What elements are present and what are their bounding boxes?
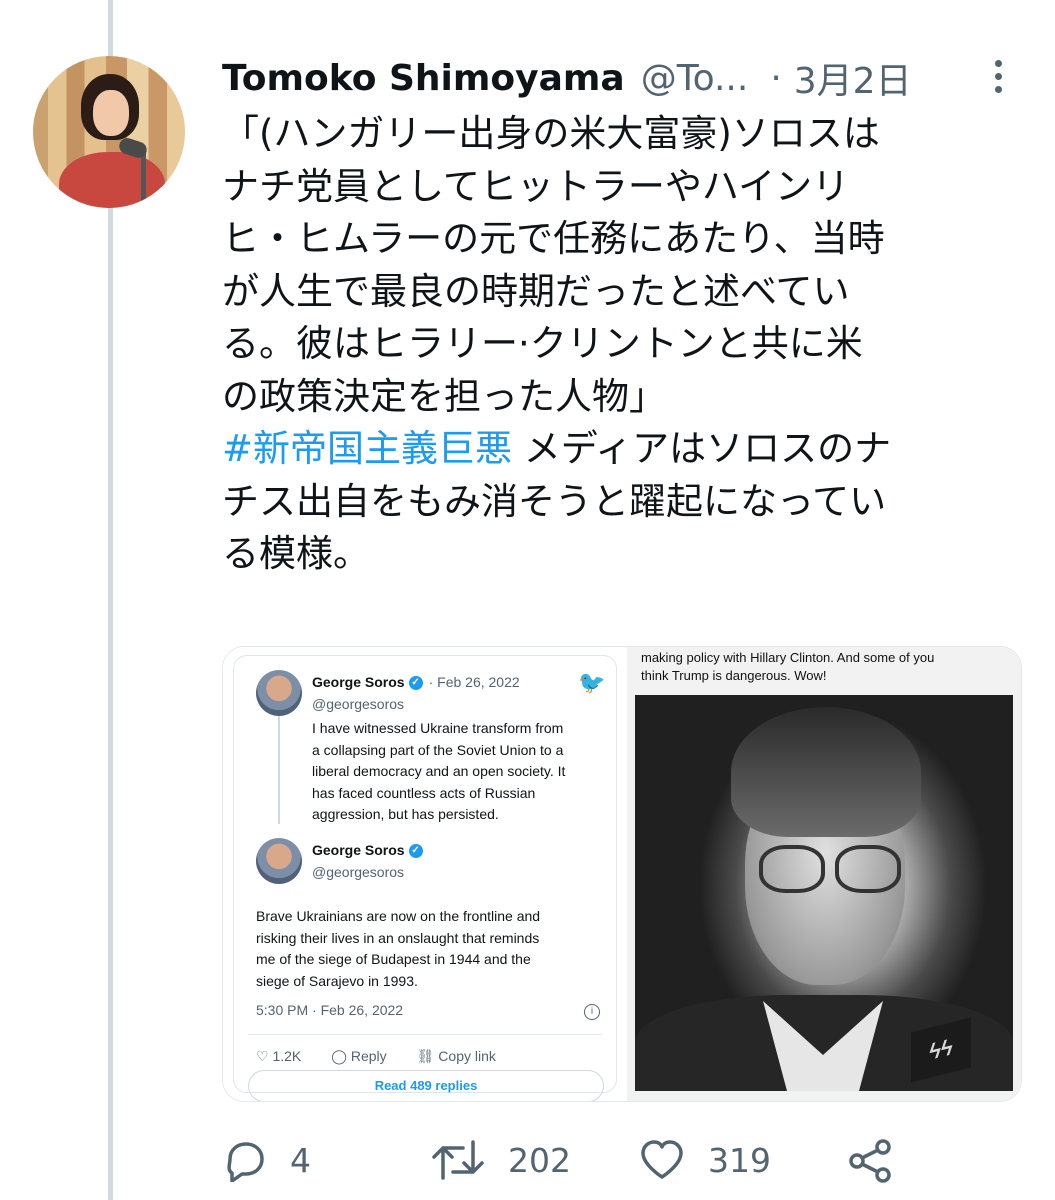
tweet-header: Tomoko Shimoyama @To... · 3月2日: [222, 56, 912, 103]
tweet-text: 「(ハンガリー出身の米大富豪)ソロスは ナチ党員としてヒットラーやハインリ ヒ・…: [222, 108, 1022, 581]
tweet-date[interactable]: 3月2日: [794, 52, 912, 104]
retweet-button[interactable]: 202: [430, 1138, 571, 1182]
twitter-bird-icon: 🐦: [578, 670, 606, 695]
tweet-text-line: ヒ・ヒムラーの元で任務にあたり、当時: [222, 217, 885, 260]
tweet-actions: 4 202 319: [222, 1130, 922, 1190]
portrait-photo: ϟϟ: [635, 695, 1013, 1091]
like-icon: [641, 1140, 683, 1179]
tweet-text-line: が人生で最良の時期だったと述べてい: [222, 269, 850, 313]
share-button[interactable]: [846, 1138, 894, 1184]
soros-avatar: [256, 670, 302, 716]
embedded-reply: ◯ Reply: [331, 1048, 387, 1064]
tweet-text-line: 「(ハンガリー出身の米大富豪)ソロスは: [222, 112, 880, 155]
embedded-author-name: George Soros ✓ · Feb 26, 2022: [312, 674, 520, 691]
embedded-timestamp: 5:30 PM · Feb 26, 2022: [256, 1002, 404, 1018]
tweet-text-line: る模様。: [222, 532, 370, 575]
avatar[interactable]: [33, 56, 185, 208]
embedded-tweet-text: Brave Ukrainians are now on the frontlin…: [256, 908, 541, 989]
mini-thread-line: [278, 716, 280, 824]
tweet-text-line: ナチ党員としてヒットラーやハインリ: [222, 164, 850, 208]
embedded-copy-link: ⛓ Copy link: [416, 1048, 496, 1064]
tweet-text-after-hashtag: メディアはソロスのナ: [512, 427, 892, 470]
screenshot-image[interactable]: George Soros ✓ · Feb 26, 2022 🐦 @georgesor…: [223, 647, 633, 1101]
reply-icon: [227, 1142, 264, 1182]
like-count: 319: [708, 1140, 771, 1180]
media-grid: George Soros ✓ · Feb 26, 2022 🐦 @georgesor…: [222, 646, 1022, 1102]
hashtag-link[interactable]: #新帝国主義巨悪: [222, 427, 512, 470]
photo-caption: making policy with Hillary Clinton. And …: [641, 650, 935, 683]
more-icon[interactable]: [986, 56, 1010, 96]
verified-badge-icon: ✓: [408, 676, 423, 691]
reply-count: 4: [290, 1140, 311, 1180]
embedded-like: ♡ 1.2K: [256, 1048, 302, 1064]
tweet-text-line-hashtag: #新帝国主義巨悪 メディアはソロスのナ: [222, 423, 1022, 476]
embedded-handle: @georgesoros: [312, 864, 405, 880]
embedded-tweet-text: I have witnessed Ukraine transform from …: [312, 720, 566, 822]
photo-image[interactable]: making policy with Hillary Clinton. And …: [627, 647, 1021, 1101]
embedded-handle: @georgesoros: [312, 696, 405, 712]
tweet-text-line: る。彼はヒラリー·クリントンと共に米: [222, 322, 863, 365]
author-handle[interactable]: @To...: [641, 58, 749, 99]
embedded-date: · Feb 26, 2022: [428, 674, 520, 690]
retweet-count: 202: [508, 1140, 571, 1180]
read-replies-button: Read 489 replies: [248, 1070, 604, 1101]
embedded-author-name: George Soros ✓: [312, 842, 423, 859]
divider: [248, 1034, 602, 1035]
share-icon: [849, 1139, 891, 1183]
tweet-text-line: チス出自をもみ消そうと躍起になってい: [222, 479, 887, 523]
author-name[interactable]: Tomoko Shimoyama: [222, 58, 625, 99]
reply-button[interactable]: 4: [222, 1138, 311, 1182]
retweet-icon: [432, 1140, 484, 1180]
tweet-text-line: の政策決定を担った人物」: [222, 374, 666, 418]
embedded-tweet-card: George Soros ✓ · Feb 26, 2022 🐦 @georgesor…: [233, 655, 617, 1101]
verified-badge-icon: ✓: [408, 844, 423, 859]
soros-avatar: [256, 838, 302, 884]
like-button[interactable]: 319: [638, 1138, 771, 1182]
info-icon: i: [584, 1004, 600, 1020]
embedded-actions: ♡ 1.2K ◯ Reply ⛓ Copy link: [256, 1048, 496, 1065]
separator-dot: ·: [770, 57, 782, 99]
